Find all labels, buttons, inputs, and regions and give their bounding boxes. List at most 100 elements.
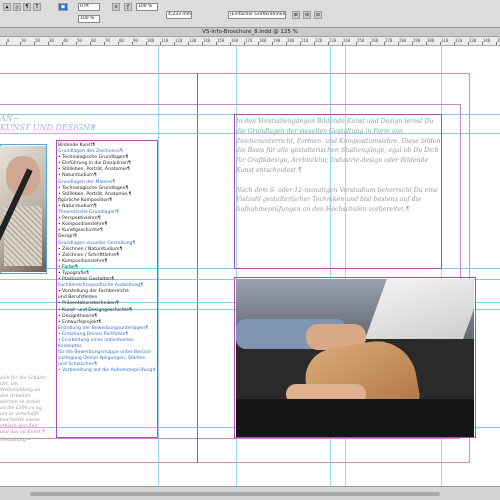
guide-v[interactable] bbox=[158, 46, 159, 486]
ruler-tick bbox=[244, 42, 245, 45]
drawing-hand-photo bbox=[0, 146, 46, 272]
ruler-tick-label: 190 bbox=[273, 38, 281, 43]
intro-paragraph-2: Nach dem 6- oder 12-monatigen Vorstudium… bbox=[236, 186, 438, 214]
ruler-tick bbox=[482, 42, 483, 45]
ruler-tick bbox=[174, 42, 175, 45]
page-heading: AN~ KUNST UND DESIGN# bbox=[0, 114, 97, 132]
ruler-tick-label: 150 bbox=[217, 38, 225, 43]
ruler-tick bbox=[412, 42, 413, 45]
ruler-tick-label: 340 bbox=[483, 38, 491, 43]
curriculum-list: Bildende Kunst¶ Grundlagen des Zeichnens… bbox=[58, 143, 158, 375]
ruler-tick-label: 170 bbox=[245, 38, 253, 43]
ruler-tick bbox=[370, 42, 371, 45]
ruler-tick bbox=[356, 42, 357, 45]
wood-model-photo bbox=[236, 279, 474, 437]
scale-y-field[interactable]: 100 % bbox=[136, 3, 158, 11]
intro-paragraph-1: In den Vorstudiengängen Bildende Kunst u… bbox=[236, 118, 441, 174]
ruler-tick-label: 160 bbox=[231, 38, 239, 43]
ruler-tick-label: 30 bbox=[49, 38, 54, 43]
ruler-tick bbox=[6, 42, 7, 45]
ruler-tick bbox=[454, 42, 455, 45]
intro-text: In den Vorstudiengängen Bildende Kunst u… bbox=[236, 117, 441, 225]
ruler-tick-label: 0 bbox=[7, 38, 10, 43]
ruler-tick-label: 110 bbox=[161, 38, 169, 43]
left-footer-text: Gestaltung.~ bbox=[0, 438, 31, 443]
ruler-tick-label: 140 bbox=[203, 38, 211, 43]
object-style-dropdown[interactable]: [Einfacher Grafikrahmen] bbox=[228, 11, 286, 19]
control-panel: ▲ △ ¶ T ■ 0 Pt 100 % ≡ ƒ 100 % 4,233 mm … bbox=[0, 0, 500, 28]
ruler-tick bbox=[132, 42, 133, 45]
measure-field[interactable]: 4,233 mm bbox=[166, 11, 192, 19]
ruler-tick bbox=[384, 42, 385, 45]
ruler-tick-label: 180 bbox=[259, 38, 267, 43]
document-tab[interactable]: VS-Info-Broschure_8.indd @ 125 % bbox=[0, 28, 500, 37]
list-item: • Vorbereitung auf die Aufnahmeprüfung# bbox=[58, 368, 157, 374]
ruler-tick-label: 50 bbox=[77, 38, 82, 43]
ruler-tick bbox=[286, 42, 287, 45]
ruler-tick bbox=[398, 42, 399, 45]
ruler-tick bbox=[328, 42, 329, 45]
ruler-tick bbox=[426, 42, 427, 45]
ruler-tick bbox=[314, 42, 315, 45]
horizontal-scrollbar[interactable] bbox=[0, 486, 500, 500]
stroke-weight-field[interactable]: 0 Pt bbox=[78, 3, 100, 11]
ruler-tick-label: 220 bbox=[315, 38, 323, 43]
ruler-tick bbox=[188, 42, 189, 45]
margin-guide bbox=[198, 104, 460, 105]
ruler-tick-label: 120 bbox=[175, 38, 183, 43]
scale-x-field[interactable]: 100 % bbox=[78, 15, 100, 23]
ruler-tick bbox=[20, 42, 21, 45]
ruler-tick bbox=[258, 42, 259, 45]
paragraph-button[interactable]: ¶ bbox=[23, 3, 31, 11]
ruler-tick-label: 200 bbox=[287, 38, 295, 43]
fit-content-button[interactable]: ⊞ bbox=[292, 11, 300, 19]
margin-guide bbox=[198, 438, 460, 439]
ruler-tick-label: 290 bbox=[413, 38, 421, 43]
ruler-tick-label: 130 bbox=[189, 38, 197, 43]
ruler-tick-label: 10 bbox=[21, 38, 26, 43]
ruler-tick bbox=[118, 42, 119, 45]
direct-select-button[interactable]: △ bbox=[13, 3, 21, 11]
ruler-tick bbox=[496, 42, 497, 45]
horizontal-ruler[interactable]: 0 10 20 30 40 50 60 70 80 90 100 110 120 130 140 150 160… bbox=[0, 37, 500, 46]
ruler-tick-label: 70 bbox=[105, 38, 110, 43]
fill-swatch[interactable]: ■ bbox=[58, 3, 68, 11]
ruler-tick bbox=[202, 42, 203, 45]
document-canvas[interactable]: AN~ KUNST UND DESIGN# Bildende Kunst¶ Gru… bbox=[0, 46, 500, 500]
ruler-tick bbox=[34, 42, 35, 45]
document-title: VS-Info-Broschure_8.indd @ 125 % bbox=[202, 29, 298, 35]
ruler-tick-label: 320 bbox=[455, 38, 463, 43]
ruler-tick-label: 310 bbox=[441, 38, 449, 43]
ruler-tick-label: 300 bbox=[427, 38, 435, 43]
ruler-tick bbox=[160, 42, 161, 45]
ruler-tick-label: 230 bbox=[329, 38, 337, 43]
left-body-text: sich für die Schüler Ort, um Weiterbildu… bbox=[0, 376, 46, 435]
ruler-tick bbox=[76, 42, 77, 45]
ruler-tick-label: 280 bbox=[399, 38, 407, 43]
text-tool-button[interactable]: T bbox=[33, 3, 41, 11]
ruler-tick bbox=[146, 42, 147, 45]
spread: AN~ KUNST UND DESIGN# Bildende Kunst¶ Gru… bbox=[0, 46, 500, 486]
fx-button[interactable]: ƒ bbox=[124, 3, 132, 11]
ruler-tick-label: 250 bbox=[357, 38, 365, 43]
ruler-tick-label: 100 bbox=[147, 38, 155, 43]
fit-frame-button[interactable]: ⊟ bbox=[303, 11, 311, 19]
ruler-tick bbox=[272, 42, 273, 45]
ruler-tick-label: 260 bbox=[371, 38, 379, 43]
ruler-tick-label: 80 bbox=[119, 38, 124, 43]
center-content-button[interactable]: ⊡ bbox=[314, 11, 322, 19]
ruler-tick bbox=[342, 42, 343, 45]
ruler-tick-label: 210 bbox=[301, 38, 309, 43]
ruler-tick bbox=[440, 42, 441, 45]
ruler-tick bbox=[90, 42, 91, 45]
list-item: Erstellung der Bewerbungsunterlagen¶ bbox=[58, 325, 149, 331]
list-item: • Erarbeitung eines individuellen Konzep… bbox=[58, 338, 134, 350]
selection-tool-button[interactable]: ▲ bbox=[3, 3, 11, 11]
ruler-tick bbox=[230, 42, 231, 45]
ruler-tick-label: 270 bbox=[385, 38, 393, 43]
scrollbar-thumb[interactable] bbox=[30, 492, 440, 496]
ruler-tick bbox=[62, 42, 63, 45]
align-button[interactable]: ≡ bbox=[112, 3, 120, 11]
ruler-tick bbox=[216, 42, 217, 45]
ruler-tick bbox=[300, 42, 301, 45]
